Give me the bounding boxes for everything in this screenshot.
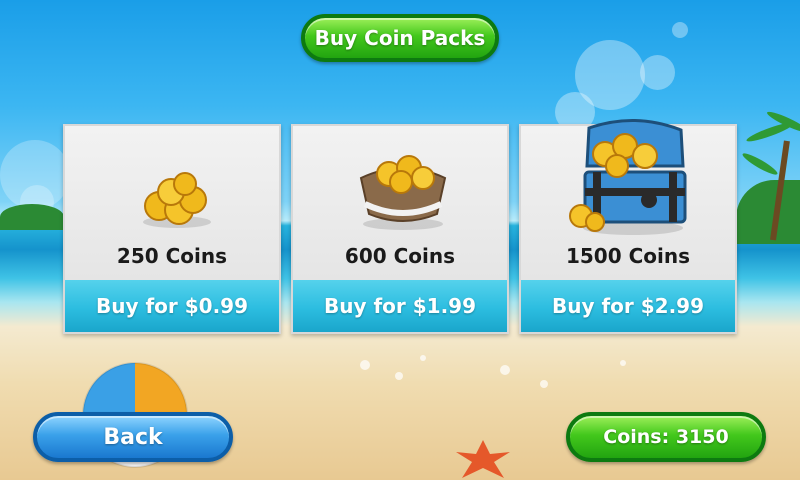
coins-balance: Coins: 3150 (566, 412, 766, 462)
water-sparkle (620, 360, 626, 366)
coin-pack-art (293, 126, 507, 234)
sky-bubble (640, 55, 675, 90)
coin-pack-amount: 1500 Coins (565, 244, 691, 268)
left-island (0, 204, 64, 230)
water-sparkle (540, 380, 548, 388)
coin-pack-art (521, 119, 735, 235)
water-sparkle (395, 372, 403, 380)
coin-pack-amount: 600 Coins (344, 244, 456, 268)
buy-button-label: Buy for $1.99 (323, 294, 476, 318)
page-title-label: Buy Coin Packs (314, 26, 486, 50)
page-title: Buy Coin Packs (301, 14, 499, 62)
right-island (736, 180, 800, 244)
sky-bubble (672, 22, 688, 38)
coin-sack-icon (359, 155, 447, 230)
water-sparkle (500, 365, 510, 375)
back-button-label: Back (103, 424, 163, 450)
buy-button-250[interactable]: Buy for $0.99 (65, 280, 279, 332)
water-sparkle (360, 360, 370, 370)
water-sparkle (420, 355, 426, 361)
treasure-chest-icon (569, 119, 687, 235)
coin-pile-icon (143, 172, 211, 228)
back-button[interactable]: Back (33, 412, 233, 462)
coin-pack-amount: 250 Coins (116, 244, 228, 268)
palm-leaf (740, 150, 780, 178)
coin-pack-card-600[interactable]: 600 Coins Buy for $1.99 (291, 124, 509, 334)
starfish-icon (456, 440, 510, 478)
coin-pack-card-1500[interactable]: 1500 Coins Buy for $2.99 (519, 119, 737, 334)
coin-pack-card-250[interactable]: 250 Coins Buy for $0.99 (63, 124, 281, 334)
buy-button-1500[interactable]: Buy for $2.99 (521, 280, 735, 332)
coins-balance-label: Coins: 3150 (603, 426, 729, 448)
buy-button-label: Buy for $0.99 (95, 294, 248, 318)
buy-button-600[interactable]: Buy for $1.99 (293, 280, 507, 332)
coin-pack-art (65, 126, 279, 234)
buy-button-label: Buy for $2.99 (551, 294, 704, 318)
